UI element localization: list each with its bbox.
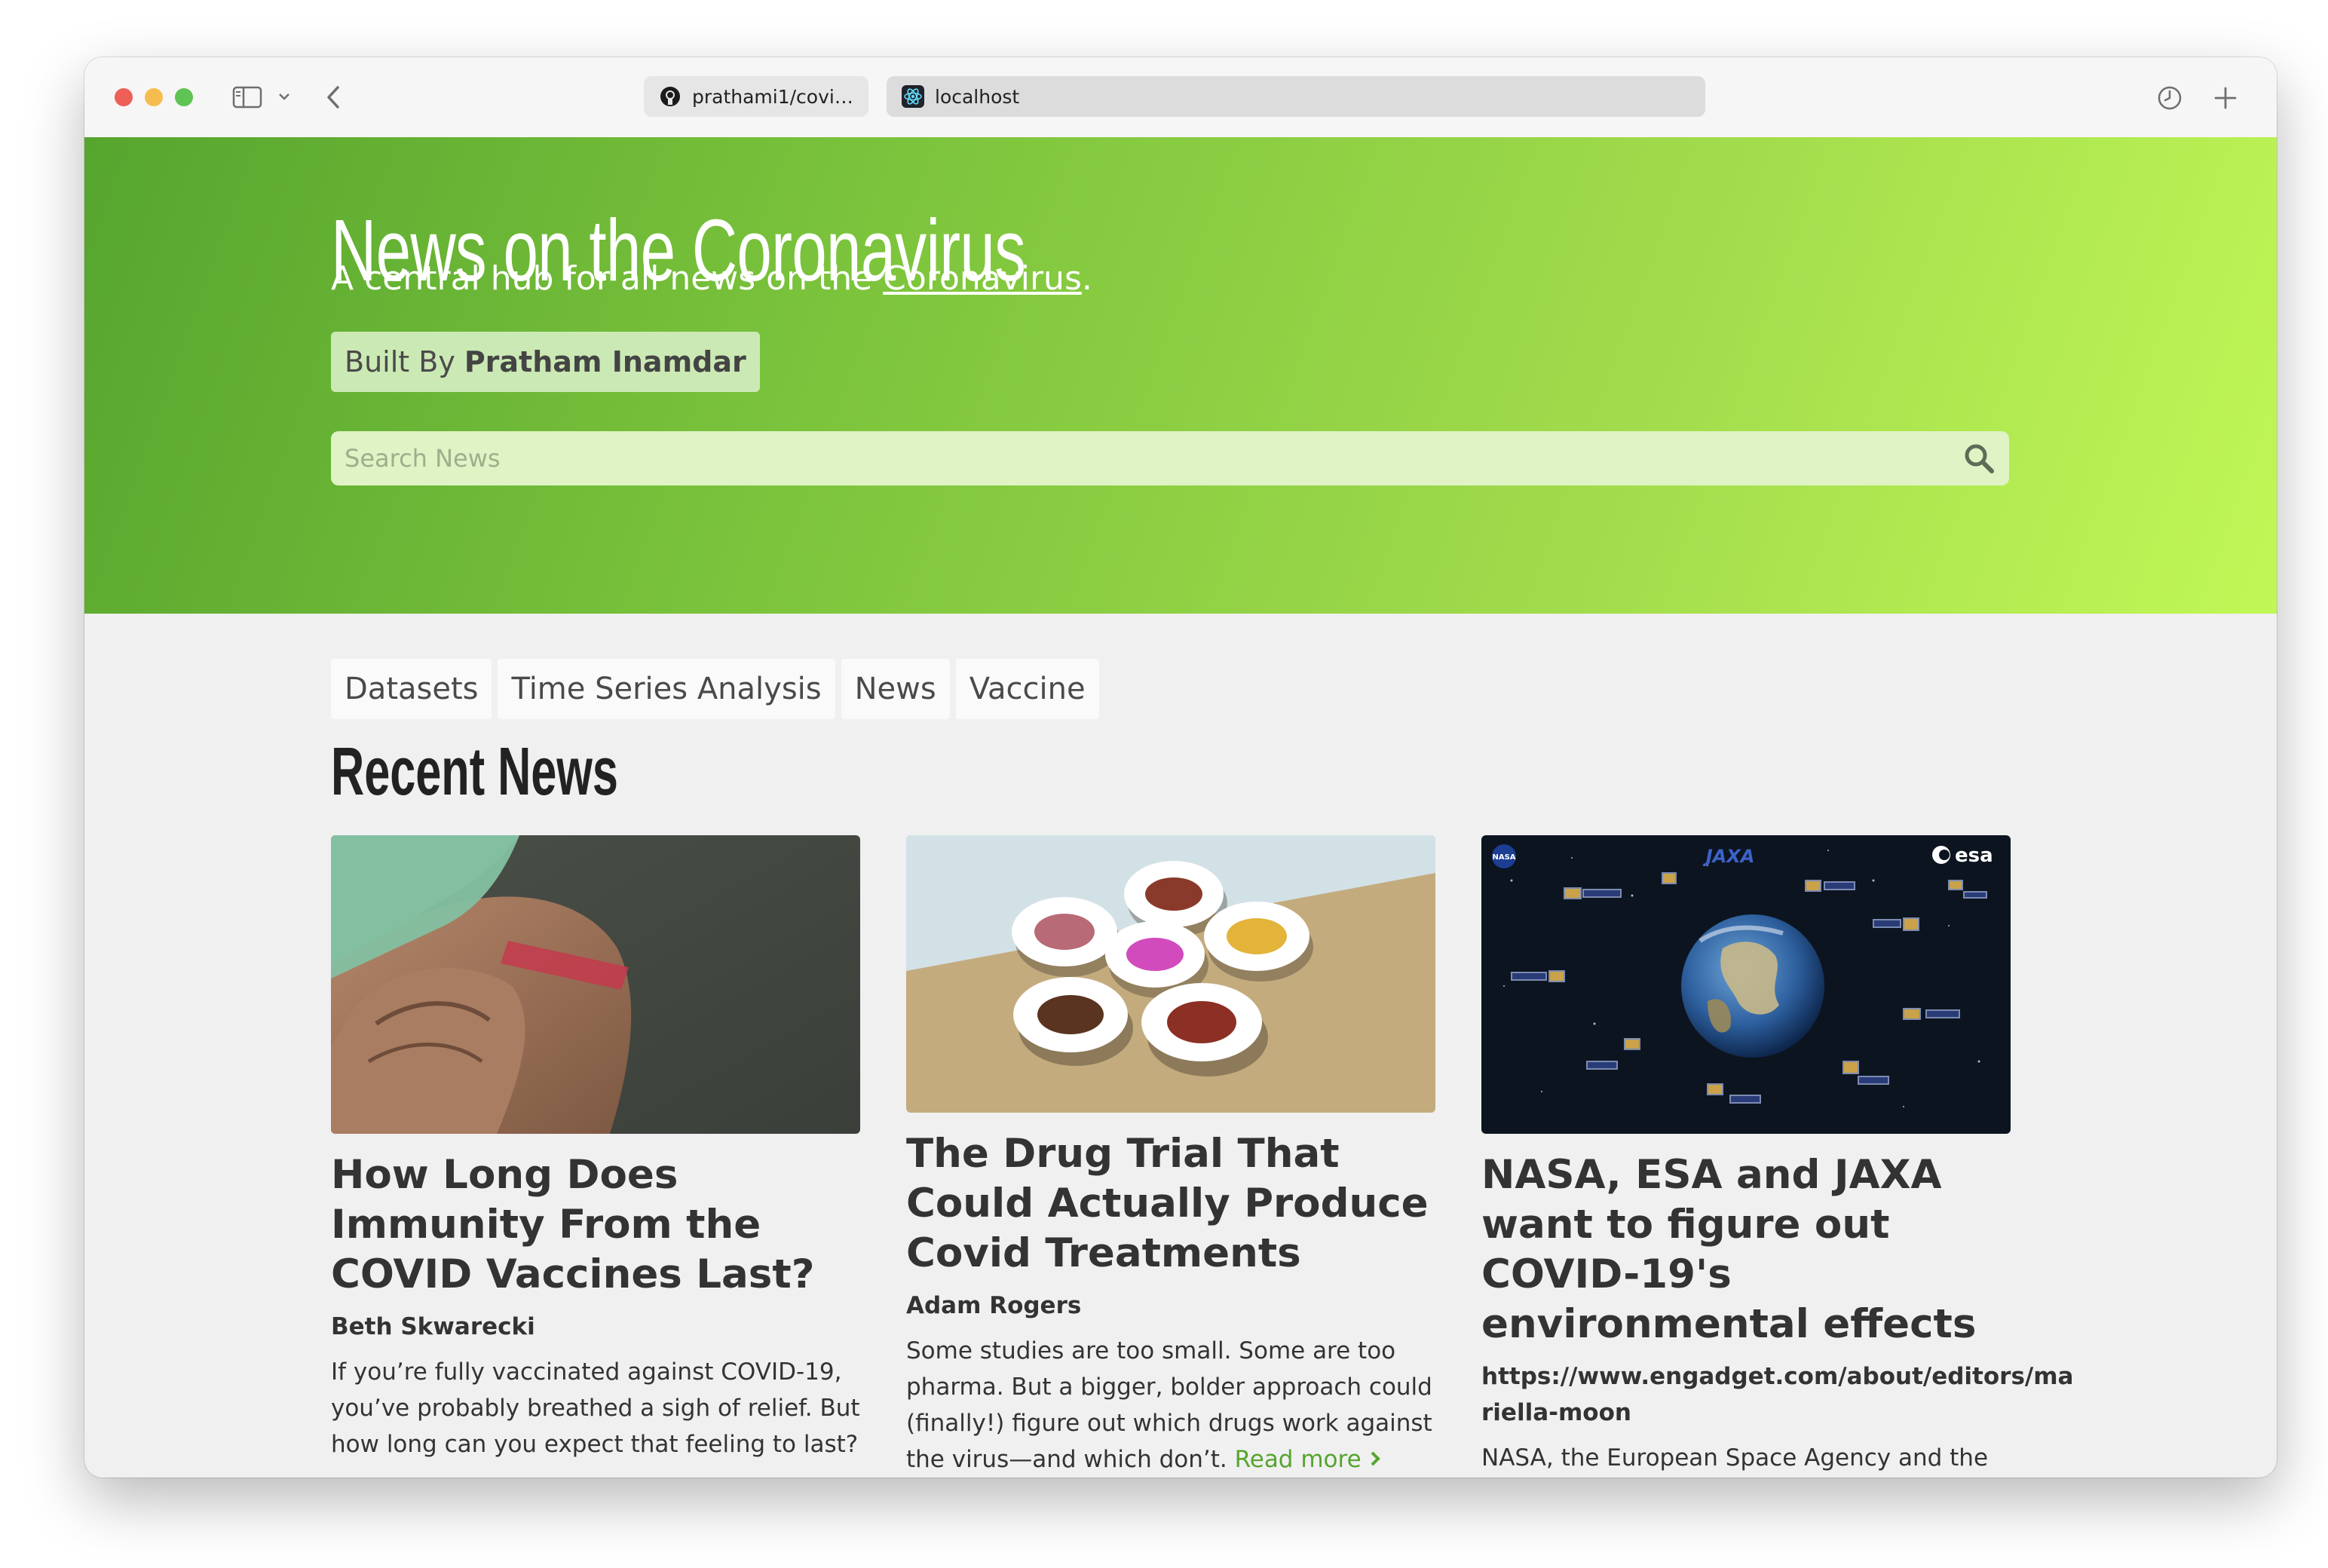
article-author: Adam Rogers (906, 1292, 1082, 1319)
github-icon (660, 87, 680, 106)
article-image: NASA JAXA esa (1481, 835, 2011, 1134)
news-card[interactable]: How Long Does Immunity From the COVID Va… (331, 835, 860, 1462)
zoom-window-button[interactable] (175, 88, 193, 106)
article-description: If you’re fully vaccinated against COVID… (331, 1358, 860, 1458)
article-image (331, 835, 860, 1134)
section-nav: Datasets Time Series Analysis News Vacci… (331, 659, 1099, 719)
sidebar-icon[interactable] (232, 86, 262, 109)
browser-tab-localhost[interactable]: localhost (887, 76, 1705, 117)
close-window-button[interactable] (115, 88, 133, 106)
read-more-link[interactable]: Read more (1235, 1446, 1381, 1473)
pill-bowls-photo[interactable] (906, 835, 1435, 1113)
article-image (906, 835, 1435, 1113)
read-more-label: Read more (1234, 1446, 1362, 1473)
nav-time-series-analysis[interactable]: Time Series Analysis (498, 659, 835, 719)
new-tab-icon[interactable] (2212, 84, 2239, 112)
built-by-button[interactable]: Built By Pratham Inamdar (331, 332, 760, 392)
search-bar (331, 431, 2009, 485)
news-card[interactable]: The Drug Trial That Could Actually Produ… (906, 835, 1435, 1478)
nasa-logo: NASA (1492, 853, 1515, 862)
hero-subtitle: A central hub for all news on the Corona… (331, 259, 1092, 298)
author-name: Pratham Inamdar (464, 345, 746, 378)
browser-tab-title: localhost (935, 85, 1020, 108)
built-by-label: Built By (345, 345, 455, 378)
coronavirus-link[interactable]: Coronavirus (883, 259, 1082, 298)
browser-window: prathami1/covid-... localhost News on th… (84, 57, 2277, 1478)
hero-banner: News on the Coronavirus A central hub fo… (84, 137, 2277, 614)
article-description: Some studies are too small. Some are too… (906, 1333, 1435, 1478)
react-icon (902, 85, 924, 108)
search-input[interactable] (331, 431, 1944, 485)
search-icon[interactable] (1962, 442, 1996, 475)
esa-logo: esa (1955, 844, 1993, 867)
article-author: Beth Skwarecki (331, 1313, 535, 1340)
hero-subtitle-suffix: . (1081, 259, 1092, 298)
chevron-down-icon[interactable] (277, 90, 291, 103)
back-icon[interactable] (324, 84, 342, 110)
nav-news[interactable]: News (841, 659, 950, 719)
browser-toolbar: prathami1/covid-... localhost (84, 57, 2277, 139)
section-title: Recent News (331, 734, 618, 810)
article-title[interactable]: NASA, ESA and JAXA want to figure out CO… (1481, 1150, 2011, 1349)
browser-tab-title: prathami1/covid-... (692, 85, 853, 108)
history-icon[interactable] (2156, 84, 2183, 112)
jaxa-logo: JAXA (1703, 846, 1755, 867)
earth-satellites-image[interactable]: NASA JAXA esa (1481, 835, 2011, 1134)
article-title[interactable]: The Drug Trial That Could Actually Produ… (906, 1129, 1435, 1279)
nav-vaccine[interactable]: Vaccine (955, 659, 1099, 719)
chevron-right-icon (1371, 1451, 1380, 1466)
browser-tab-github[interactable]: prathami1/covid-... (644, 76, 868, 117)
minimize-window-button[interactable] (145, 88, 163, 106)
article-author: https://www.engadget.com/about/editors/m… (1481, 1363, 2074, 1426)
nav-datasets[interactable]: Datasets (331, 659, 492, 719)
arm-bandage-photo[interactable] (331, 835, 860, 1134)
article-title[interactable]: How Long Does Immunity From the COVID Va… (331, 1150, 860, 1300)
article-description: NASA, the European Space Agency and the … (1481, 1444, 1989, 1472)
news-card[interactable]: NASA JAXA esa NASA, ESA and JAXA want to… (1481, 835, 2084, 1478)
hero-subtitle-text: A central hub for all news on the (331, 259, 884, 298)
